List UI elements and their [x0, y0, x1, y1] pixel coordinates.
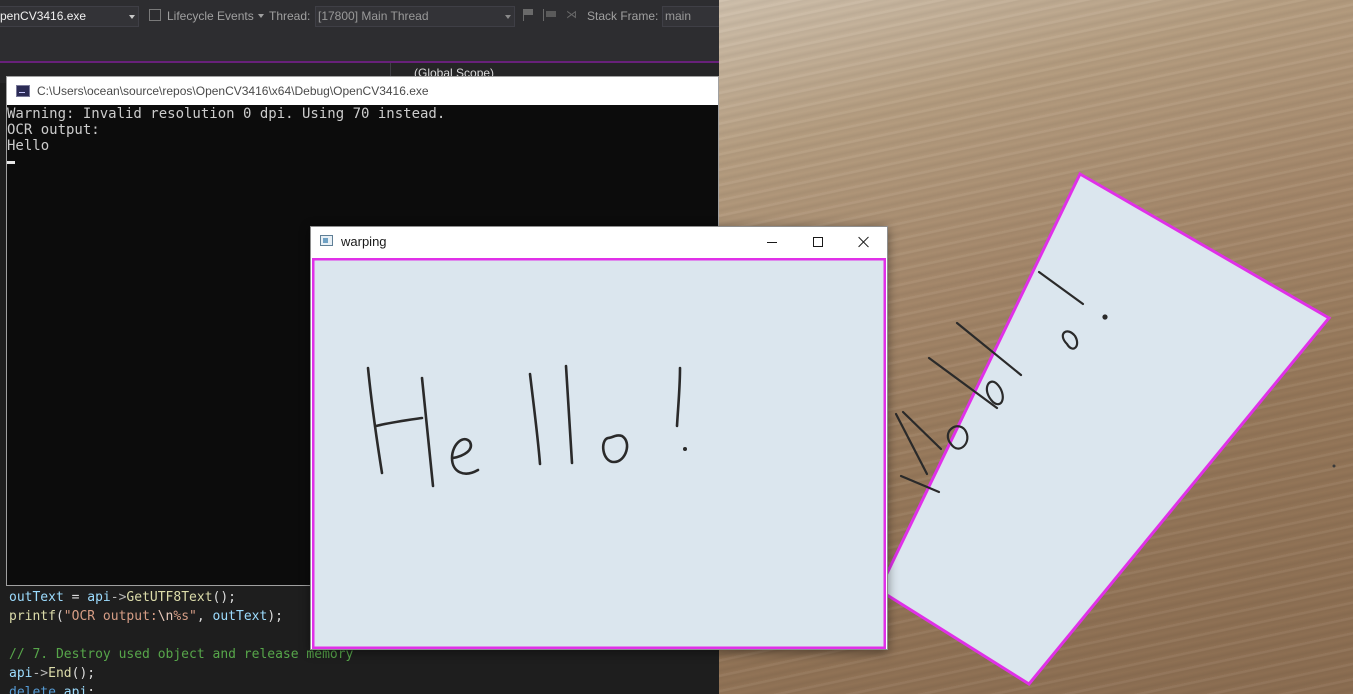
caret-down-icon — [129, 15, 135, 19]
flag-threads-icon[interactable] — [543, 9, 558, 21]
close-button[interactable] — [841, 227, 887, 258]
console-line: Hello — [7, 138, 50, 154]
minimize-icon — [767, 242, 777, 243]
caret-down-icon — [505, 15, 511, 19]
console-title-bar[interactable]: C:\Users\ocean\source\repos\OpenCV3416\x… — [7, 77, 718, 105]
thread-dropdown[interactable]: [17800] Main Thread — [315, 6, 515, 27]
stack-frame-value: main — [665, 9, 692, 23]
thread-label: Thread: — [269, 9, 311, 23]
maximize-button[interactable] — [795, 227, 841, 258]
console-line: Warning: Invalid resolution 0 dpi. Using… — [7, 106, 446, 122]
warped-paper — [312, 258, 886, 649]
opencv-window-icon — [320, 235, 333, 246]
code-line-5: delete api; — [9, 685, 96, 694]
text-cursor — [7, 161, 15, 164]
maximize-icon — [813, 237, 823, 247]
exclamation-dot — [683, 447, 687, 451]
flag-icon[interactable] — [523, 9, 534, 21]
detected-paper-outline — [877, 171, 1332, 686]
warping-window[interactable]: warping — [310, 226, 888, 650]
code-line-2: printf("OCR output:\n%s", outText); — [9, 609, 283, 624]
lifecycle-caret-icon[interactable] — [258, 14, 264, 18]
stack-frame-dropdown[interactable]: main — [662, 6, 719, 27]
code-line-4: api->End(); — [9, 666, 96, 681]
lifecycle-events-label[interactable]: Lifecycle Events — [167, 9, 254, 23]
toolbar-band — [0, 34, 719, 62]
warped-image — [312, 258, 886, 649]
stack-frame-label: Stack Frame: — [587, 9, 659, 23]
speck — [1332, 464, 1336, 468]
warping-title-bar[interactable]: warping — [311, 227, 887, 258]
console-line: OCR output: — [7, 122, 100, 138]
console-app-icon — [16, 85, 30, 97]
minimize-button[interactable] — [749, 227, 795, 258]
lifecycle-icon — [149, 9, 161, 21]
code-line-1: outText = api->GetUTF8Text(); — [9, 590, 236, 605]
close-icon — [858, 236, 870, 248]
warping-title: warping — [341, 234, 387, 249]
thread-value: [17800] Main Thread — [318, 9, 429, 23]
show-threads-icon[interactable]: ⋊ — [566, 8, 577, 21]
code-line-comment: // 7. Destroy used object and release me… — [9, 647, 354, 662]
debug-toolbar: penCV3416.exe Lifecycle Events Thread: [… — [0, 0, 719, 34]
process-dropdown[interactable]: penCV3416.exe — [0, 6, 139, 27]
console-title: C:\Users\ocean\source\repos\OpenCV3416\x… — [37, 84, 429, 98]
process-name: penCV3416.exe — [0, 9, 87, 23]
